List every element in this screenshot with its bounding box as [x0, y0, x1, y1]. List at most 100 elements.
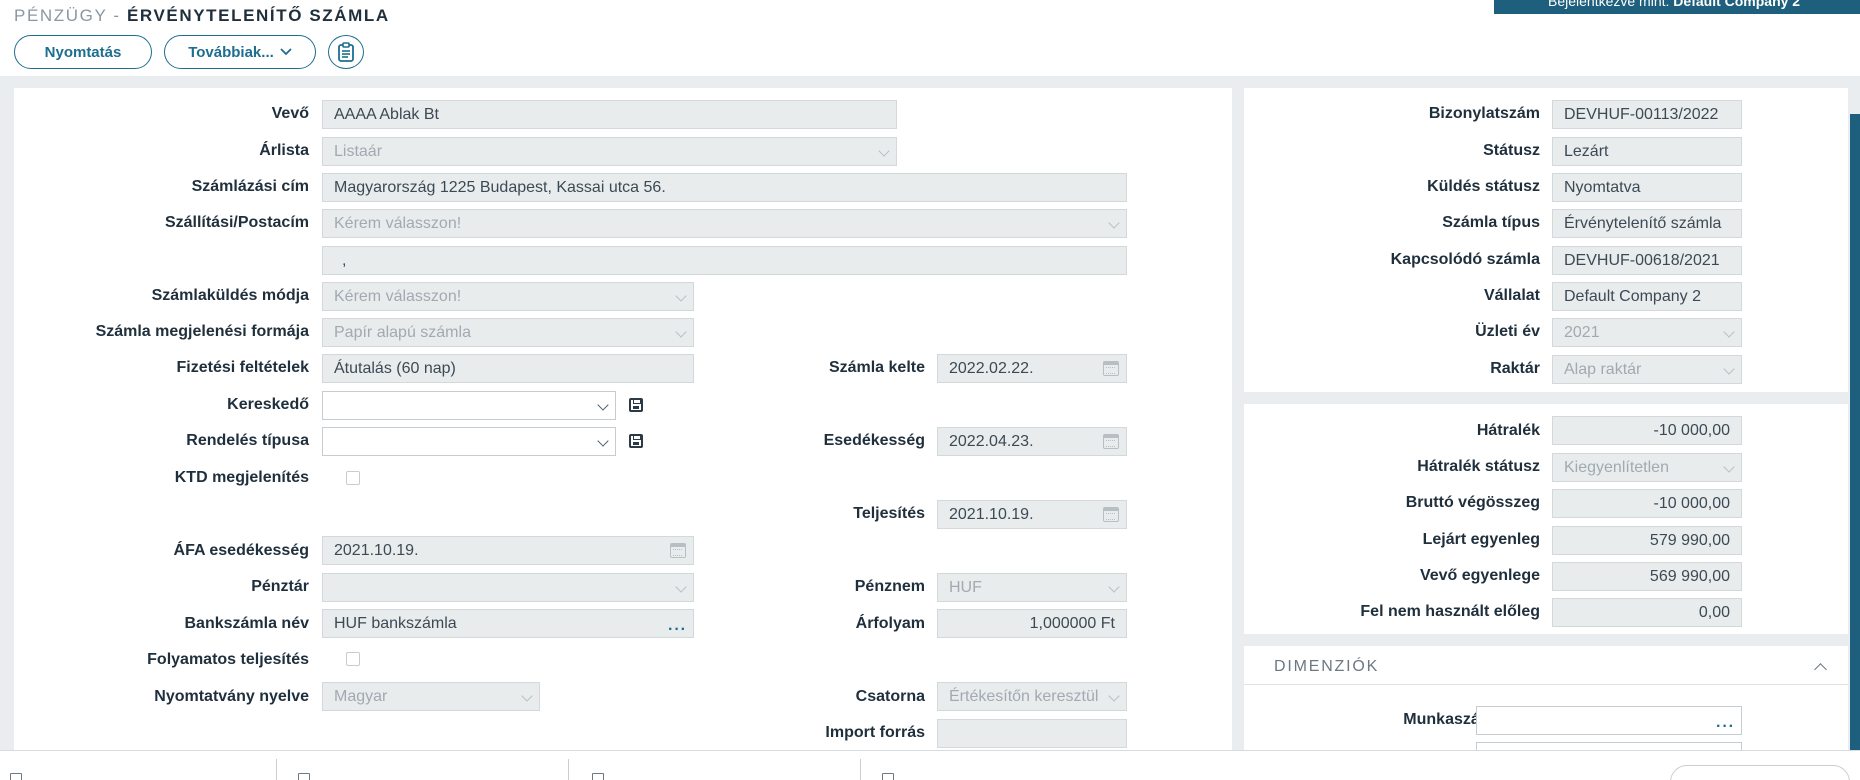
print-language-label: Nyomtatvány nyelve	[154, 688, 309, 705]
fulfillment-date-field[interactable]: 2021.10.19.	[937, 500, 1127, 529]
order-type-select[interactable]	[322, 427, 616, 456]
due-date-field[interactable]: 2022.04.23.	[937, 427, 1127, 456]
ellipsis-icon[interactable]: ···	[668, 616, 687, 637]
related-invoice-field[interactable]: DEVHUF-00618/2021	[1552, 246, 1742, 275]
customer-field[interactable]: AAAA Ablak Bt	[322, 100, 897, 129]
merchant-label: Kereskedő	[227, 396, 309, 413]
logged-in-company: Default Company 2	[1673, 0, 1801, 9]
customer-balance-label: Vevő egyenlege	[1419, 567, 1540, 584]
continuous-fulfillment-label: Folyamatos teljesítés	[147, 651, 309, 668]
fulfillment-date-value: 2021.10.19.	[949, 506, 1034, 523]
invoice-type-value: Érvénytelenítő számla	[1564, 215, 1722, 232]
currency-label: Pénznem	[854, 578, 925, 595]
vertical-scrollbar[interactable]	[1850, 114, 1860, 754]
status-label: Státusz	[1483, 142, 1540, 159]
document-title: ÉRVÉNYTELENÍTŐ SZÁMLA	[126, 6, 390, 25]
warehouse-label: Raktár	[1490, 360, 1540, 377]
send-status-field: Nyomtatva	[1552, 173, 1742, 202]
arrears-status-value: Kiegyenlítetlen	[1564, 459, 1669, 476]
bank-account-value: HUF bankszámla	[334, 615, 457, 632]
chevron-down-icon	[675, 290, 687, 302]
bottom-right-action-button[interactable]	[1670, 765, 1850, 780]
company-value: Default Company 2	[1564, 288, 1701, 305]
print-button[interactable]: Nyomtatás	[14, 35, 152, 69]
customer-balance-field: 569 990,00	[1552, 562, 1742, 591]
tab-separator	[276, 759, 277, 780]
cash-register-label: Pénztár	[251, 578, 309, 595]
exchange-rate-field[interactable]: 1,000000 Ft	[937, 609, 1127, 638]
job-number-field[interactable]: ···	[1476, 706, 1742, 735]
clipboard-list-button[interactable]	[328, 35, 364, 69]
due-date-value: 2022.04.23.	[949, 433, 1034, 450]
arrears-status-label: Hátralék státusz	[1417, 458, 1540, 475]
chevron-down-icon	[878, 145, 890, 157]
fiscal-year-select[interactable]: 2021	[1552, 318, 1742, 347]
print-language-value: Magyar	[334, 688, 388, 705]
import-source-field[interactable]	[937, 719, 1127, 748]
overdue-balance-field: 579 990,00	[1552, 526, 1742, 555]
payment-terms-value: Átutalás (60 nap)	[334, 360, 456, 377]
tab-separator	[568, 759, 569, 780]
customer-balance-value: 569 990,00	[1649, 568, 1730, 585]
ktd-display-checkbox[interactable]	[346, 471, 360, 485]
balance-panel	[1244, 404, 1848, 634]
currency-select[interactable]: HUF	[937, 573, 1127, 602]
chevron-down-icon	[1723, 326, 1735, 338]
chevron-down-icon	[675, 581, 687, 593]
calendar-icon	[1103, 361, 1119, 376]
arrears-label: Hátralék	[1476, 422, 1540, 439]
vat-due-field[interactable]: 2021.10.19.	[322, 536, 694, 565]
page-header: PÉNZÜGY - ÉRVÉNYTELENÍTŐ SZÁMLA Bejelent…	[0, 0, 1860, 76]
document-icon	[882, 773, 894, 780]
dimensions-divider	[1244, 684, 1848, 685]
company-field: Default Company 2	[1552, 282, 1742, 311]
invoice-format-select[interactable]: Papír alapú számla	[322, 318, 694, 347]
bottom-tab-bar	[0, 750, 1860, 780]
page-title: PÉNZÜGY - ÉRVÉNYTELENÍTŐ SZÁMLA	[14, 6, 390, 26]
save-merchant-icon[interactable]	[629, 398, 643, 412]
arrears-status-select[interactable]: Kiegyenlítetlen	[1552, 453, 1742, 482]
status-value: Lezárt	[1564, 143, 1609, 160]
fiscal-year-value: 2021	[1564, 324, 1600, 341]
document-number-label: Bizonylatszám	[1428, 105, 1540, 122]
bank-account-label: Bankszámla név	[184, 615, 309, 632]
channel-select[interactable]: Értékesítőn keresztül	[937, 682, 1127, 711]
ellipsis-icon[interactable]: ···	[1716, 713, 1735, 734]
customer-value: AAAA Ablak Bt	[334, 106, 439, 123]
billing-address-field[interactable]: Magyarország 1225 Budapest, Kassai utca …	[322, 173, 1127, 202]
invoice-date-field[interactable]: 2022.02.22.	[937, 354, 1127, 383]
calendar-icon	[1103, 507, 1119, 522]
clipboard-list-icon	[338, 42, 354, 62]
save-order-type-icon[interactable]	[629, 434, 643, 448]
channel-value: Értékesítőn keresztül	[949, 688, 1099, 705]
shipping-address-select[interactable]: Kérem válasszon!	[322, 209, 1127, 238]
overdue-balance-label: Lejárt egyenleg	[1422, 531, 1540, 548]
app-root: PÉNZÜGY - ÉRVÉNYTELENÍTŐ SZÁMLA Bejelent…	[0, 0, 1860, 780]
invoice-type-label: Számla típus	[1442, 214, 1540, 231]
channel-label: Csatorna	[855, 688, 925, 705]
calendar-icon	[670, 543, 686, 558]
continuous-fulfillment-checkbox[interactable]	[346, 652, 360, 666]
order-type-label: Rendelés típusa	[186, 432, 309, 449]
merchant-select[interactable]	[322, 391, 616, 420]
price-list-select[interactable]: Listaár	[322, 137, 897, 166]
payment-terms-field[interactable]: Átutalás (60 nap)	[322, 354, 694, 383]
more-button[interactable]: Továbbiak...	[164, 35, 316, 69]
print-language-select[interactable]: Magyar	[322, 682, 540, 711]
dimensions-title: DIMENZIÓK	[1274, 658, 1380, 675]
warehouse-select[interactable]: Alap raktár	[1552, 355, 1742, 384]
bank-account-field[interactable]: HUF bankszámla ···	[322, 609, 694, 638]
ktd-display-label: KTD megjelenítés	[174, 469, 309, 486]
sending-method-select[interactable]: Kérem válasszon!	[322, 282, 694, 311]
chevron-down-icon	[1723, 363, 1735, 375]
fulfillment-date-label: Teljesítés	[853, 505, 925, 522]
shipping-address-value: Kérem válasszon!	[334, 215, 462, 232]
chevron-down-icon	[1108, 690, 1120, 702]
customer-label: Vevő	[271, 105, 309, 122]
gross-total-value: -10 000,00	[1653, 495, 1730, 512]
document-icon	[298, 773, 310, 780]
document-number-value: DEVHUF-00113/2022	[1564, 106, 1719, 123]
cash-register-select[interactable]	[322, 573, 694, 602]
chevron-down-icon	[675, 326, 687, 338]
module-name: PÉNZÜGY -	[14, 6, 121, 25]
